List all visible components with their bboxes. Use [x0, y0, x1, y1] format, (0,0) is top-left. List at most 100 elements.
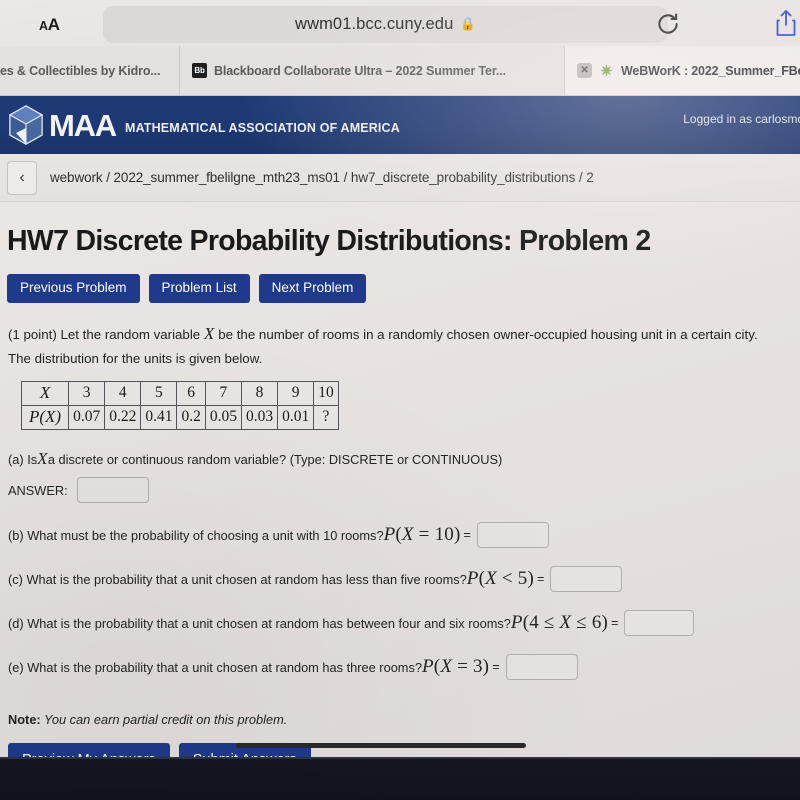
text-size-large-a: A: [47, 15, 60, 34]
x-value-cell: 9: [277, 381, 315, 407]
tab-title: es & Collectibles by Kidro...: [0, 63, 161, 78]
expr-operator-2: ≤: [571, 612, 592, 634]
question-c-text: (c) What is the probability that a unit …: [8, 571, 467, 587]
question-a-answer-row: ANSWER:: [6, 477, 794, 504]
maa-wordmark: MAA: [49, 107, 117, 143]
photographed-screen: AA wwm01.bcc.cuny.edu 🔒 es & Collectible…: [0, 0, 800, 800]
question-d-text: (d) What is the probability that a unit …: [8, 615, 511, 631]
p-value-cell: 0.41: [140, 405, 178, 431]
expr-var: X: [401, 524, 414, 546]
p-value-cell: 0.03: [240, 405, 279, 431]
question-b-equals: =: [463, 528, 471, 543]
expr-var: X: [559, 612, 572, 634]
question-c: (c) What is the probability that a unit …: [6, 566, 794, 593]
close-icon[interactable]: ✕: [577, 63, 592, 78]
question-a: (a) Is X a discrete or continuous random…: [6, 449, 794, 469]
expr-operator: =: [452, 656, 473, 678]
browser-chrome: AA wwm01.bcc.cuny.edu 🔒 es & Collectible…: [0, 0, 800, 96]
expr-p: P: [510, 612, 523, 634]
note-label: Note:: [8, 712, 41, 728]
table-row-x: X 3 4 5 6 7 8 9 10: [20, 381, 339, 407]
answer-input-d[interactable]: [624, 610, 695, 637]
question-e: (e) What is the probability that a unit …: [6, 654, 794, 681]
expr-close-paren: ): [453, 524, 461, 546]
p-value-cell: ?: [313, 405, 339, 431]
p-value-cell: 0.01: [277, 405, 315, 431]
answer-input-c[interactable]: [550, 566, 623, 593]
blackboard-icon: Bb: [192, 63, 207, 78]
expr-operator: <: [496, 568, 518, 590]
address-bar[interactable]: wwm01.bcc.cuny.edu 🔒: [103, 6, 668, 43]
question-b-text: (b) What must be the probability of choo…: [8, 527, 384, 543]
expr-p: P: [466, 568, 479, 590]
text-size-button[interactable]: AA: [39, 15, 60, 35]
expr-operator-1: ≤: [538, 612, 560, 634]
answer-input-b[interactable]: [476, 522, 549, 549]
x-value-cell: 4: [104, 381, 142, 407]
question-a-text-2: a discrete or continuous random variable…: [47, 451, 503, 467]
question-c-expression: P(X < 5): [467, 568, 534, 590]
question-a-text-1: (a) Is: [8, 451, 38, 467]
partial-credit-note: Note: You can earn partial credit on thi…: [6, 712, 794, 727]
maa-banner: MAA MATHEMATICAL ASSOCIATION OF AMERICA …: [0, 96, 800, 154]
distribution-table: X 3 4 5 6 7 8 9 10 P(X) 0.07 0.22 0.41 0…: [20, 381, 339, 431]
answer-input-e[interactable]: [505, 654, 578, 681]
expr-var: X: [485, 568, 497, 590]
tab-blackboard[interactable]: Bb Blackboard Collaborate Ultra – 2022 S…: [180, 46, 565, 95]
question-a-variable: X: [37, 449, 48, 469]
problem-statement: (1 point) Let the random variable X be t…: [6, 320, 776, 369]
back-button[interactable]: ‹: [7, 160, 37, 195]
row-label-px: P(X): [20, 405, 70, 431]
question-d-expression: P(4 ≤ X ≤ 6): [511, 612, 608, 634]
next-problem-button[interactable]: Next Problem: [258, 274, 367, 304]
statement-part-1: Let the random variable: [56, 327, 204, 343]
answer-input-a[interactable]: [76, 477, 149, 504]
random-variable-x: X: [203, 324, 215, 344]
horizontal-scrollbar[interactable]: [236, 743, 526, 748]
question-b-expression: P(X = 10): [384, 524, 461, 546]
note-text: You can earn partial credit on this prob…: [40, 712, 288, 728]
breadcrumb[interactable]: webwork / 2022_summer_fbelilgne_mth23_ms…: [50, 170, 594, 185]
x-value-cell: 5: [140, 381, 178, 407]
tab-strip: es & Collectibles by Kidro... Bb Blackbo…: [0, 46, 800, 95]
question-c-equals: =: [537, 572, 545, 587]
answer-label: ANSWER:: [8, 482, 68, 498]
maa-polyhedron-logo-icon: [4, 103, 48, 147]
expr-close-paren: ): [527, 568, 535, 590]
expr-lower-bound: 4: [529, 612, 539, 634]
p-value-cell: 0.22: [104, 405, 142, 431]
tab-webwork[interactable]: ✕ ✷ WeBWorK : 2022_Summer_FBelil: [565, 46, 800, 95]
expr-number: 10: [434, 524, 454, 546]
logged-in-status: Logged in as carlosmo: [683, 112, 800, 126]
x-value-cell: 3: [68, 381, 106, 407]
expr-operator: =: [413, 524, 435, 546]
question-d-equals: =: [611, 616, 619, 631]
problem-nav-buttons: Previous Problem Problem List Next Probl…: [6, 274, 794, 304]
reload-button[interactable]: [655, 11, 681, 37]
browser-toolbar: AA wwm01.bcc.cuny.edu 🔒: [0, 0, 800, 50]
p-value-cell: 0.07: [68, 405, 106, 431]
chevron-left-icon: ‹: [19, 168, 25, 186]
maa-tagline: MATHEMATICAL ASSOCIATION OF AMERICA: [125, 120, 400, 135]
share-button[interactable]: [774, 8, 798, 38]
text-size-small-a: A: [39, 19, 48, 33]
x-value-cell: 8: [240, 381, 279, 407]
problem-list-button[interactable]: Problem List: [148, 274, 250, 304]
table-row-px: P(X) 0.07 0.22 0.41 0.2 0.05 0.03 0.01 ?: [20, 405, 339, 431]
problem-points: (1 point): [8, 327, 57, 343]
p-value-cell: 0.2: [176, 405, 206, 431]
question-b: (b) What must be the probability of choo…: [6, 522, 794, 549]
page-title: HW7 Discrete Probability Distributions: …: [7, 225, 651, 257]
question-e-text: (e) What is the probability that a unit …: [8, 659, 422, 675]
screen-bezel-bottom: [0, 757, 800, 800]
breadcrumb-bar: ‹ webwork / 2022_summer_fbelilgne_mth23_…: [0, 154, 800, 202]
url-text: wwm01.bcc.cuny.edu: [295, 15, 454, 33]
p-value-cell: 0.05: [204, 405, 242, 431]
question-e-expression: P(X = 3): [422, 656, 489, 678]
expr-p: P: [421, 656, 434, 678]
expr-close-paren: ): [482, 656, 490, 678]
previous-problem-button[interactable]: Previous Problem: [7, 274, 140, 304]
x-value-cell: 10: [313, 381, 339, 407]
tab-collectibles[interactable]: es & Collectibles by Kidro...: [0, 46, 180, 95]
question-d: (d) What is the probability that a unit …: [6, 610, 794, 637]
